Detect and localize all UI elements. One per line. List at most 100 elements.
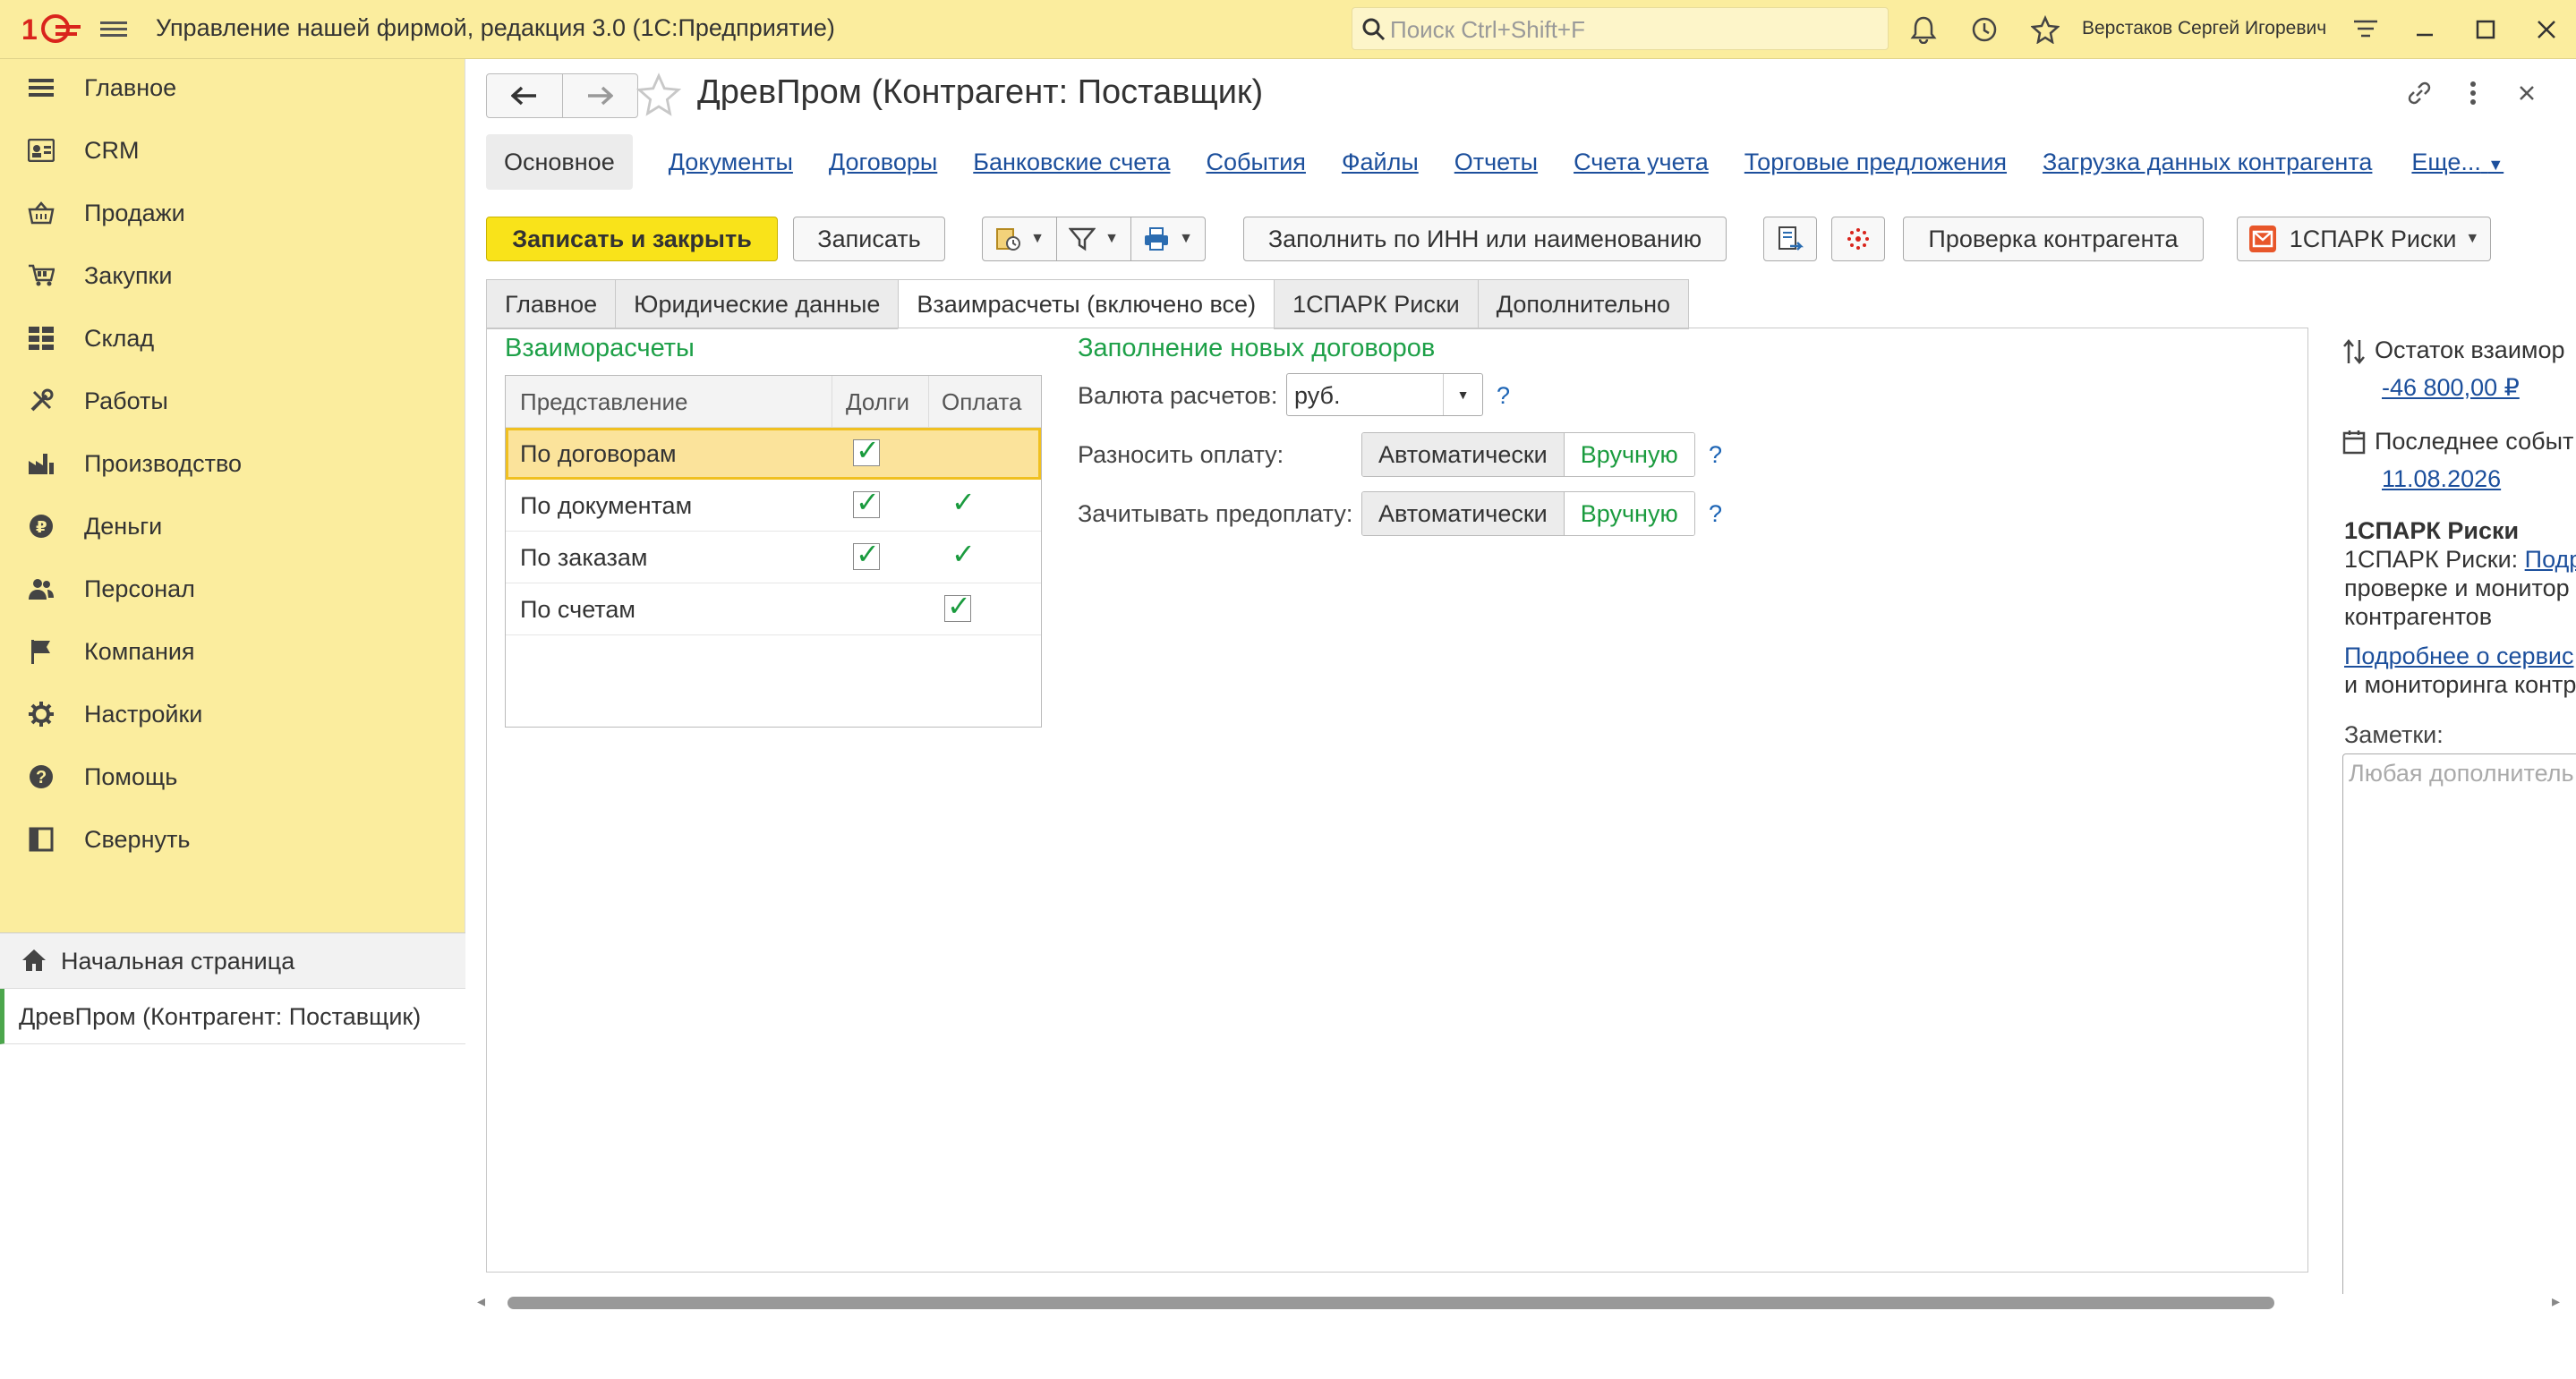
sidebar-item-crm[interactable]: CRM xyxy=(0,123,465,177)
nav-link-documents[interactable]: Документы xyxy=(669,149,793,176)
tab-legal[interactable]: Юридические данные xyxy=(615,279,899,329)
nav-link-offers[interactable]: Торговые предложения xyxy=(1744,149,2007,176)
debts-checkbox[interactable]: ✓ xyxy=(853,488,880,518)
tab-main[interactable]: Главное xyxy=(486,279,616,329)
connections-button[interactable] xyxy=(1831,217,1885,261)
nav-link-reports[interactable]: Отчеты xyxy=(1454,149,1538,176)
notes-textarea[interactable]: Любая дополнитель xyxy=(2342,753,2576,1294)
debts-checkbox[interactable]: ✓ xyxy=(853,540,880,570)
structure-button[interactable] xyxy=(1763,217,1817,261)
forward-button[interactable] xyxy=(563,74,638,117)
sidebar-item-label: Склад xyxy=(84,324,155,352)
spark-service-link[interactable]: Подробнее о сервис xyxy=(2344,643,2574,670)
more-vertical-icon[interactable] xyxy=(2455,75,2491,111)
horizontal-scrollbar[interactable]: ◂ ▸ xyxy=(466,1289,2576,1315)
row-label: По счетам xyxy=(520,596,635,623)
offset-auto-option[interactable]: Автоматически xyxy=(1362,492,1565,535)
table-row[interactable]: По договорам ✓ xyxy=(506,428,1041,480)
create-based-on-button[interactable]: ▼ xyxy=(982,217,1057,261)
svg-text:1: 1 xyxy=(21,13,38,45)
balance-value-link[interactable]: -46 800,00 ₽ xyxy=(2382,374,2520,402)
collapse-panel-icon xyxy=(27,826,55,853)
checkmark-icon: ✓ xyxy=(856,434,880,466)
sidebar-item-main[interactable]: Главное xyxy=(0,61,465,115)
filter-button[interactable]: ▼ xyxy=(1056,217,1131,261)
settings-list-icon[interactable] xyxy=(2349,13,2383,47)
check-counterparty-button[interactable]: Проверка контрагента xyxy=(1903,217,2204,261)
tab-additional[interactable]: Дополнительно xyxy=(1477,279,1690,329)
document-title: ДревПром (Контрагент: Поставщик) xyxy=(697,73,1264,111)
open-window-item[interactable]: ДревПром (Контрагент: Поставщик) xyxy=(0,989,465,1044)
bell-icon[interactable] xyxy=(1906,13,1941,47)
table-row[interactable]: По заказам ✓ ✓ xyxy=(506,532,1041,583)
offset-help-icon[interactable]: ? xyxy=(1709,500,1722,528)
link-icon[interactable] xyxy=(2401,75,2437,111)
offset-manual-option[interactable]: Вручную xyxy=(1564,492,1694,535)
close-window-icon[interactable] xyxy=(2529,13,2563,47)
sidebar-item-label: Работы xyxy=(84,387,168,414)
nav-link-events[interactable]: События xyxy=(1206,149,1305,176)
sidebar-item-label: Производство xyxy=(84,449,243,477)
maximize-icon[interactable] xyxy=(2469,13,2503,47)
sidebar-item-personnel[interactable]: Персонал xyxy=(0,562,465,616)
sidebar-item-settings[interactable]: Настройки xyxy=(0,687,465,741)
column-header[interactable]: Долги xyxy=(846,388,909,416)
sidebar-item-money[interactable]: ₽ Деньги xyxy=(0,499,465,553)
minimize-icon[interactable] xyxy=(2408,13,2442,47)
fill-by-inn-button[interactable]: Заполнить по ИНН или наименованию xyxy=(1243,217,1727,261)
nav-link-accounts[interactable]: Счета учета xyxy=(1574,149,1709,176)
sidebar-item-warehouse[interactable]: Склад xyxy=(0,311,465,365)
favorites-star-icon[interactable] xyxy=(2028,13,2062,47)
payment-checkbox[interactable]: ✓ xyxy=(944,592,971,622)
table-row[interactable]: По счетам ✓ xyxy=(506,583,1041,635)
home-page-link[interactable]: Начальная страница xyxy=(0,933,465,989)
payment-checkmark-icon[interactable]: ✓ xyxy=(951,540,976,568)
last-event-link[interactable]: 11.08.2026 xyxy=(2382,465,2501,493)
debts-checkbox[interactable]: ✓ xyxy=(853,434,880,466)
save-button[interactable]: Записать xyxy=(793,217,945,261)
search-input[interactable] xyxy=(1390,15,1873,44)
nav-link-data-import[interactable]: Загрузка данных контрагента xyxy=(2043,149,2372,176)
nav-link-more[interactable]: Еще... ▼ xyxy=(2411,149,2503,176)
user-name[interactable]: Верстаков Сергей Игоревич xyxy=(2082,18,2326,39)
scroll-left-icon[interactable]: ◂ xyxy=(477,1292,485,1311)
search-box[interactable] xyxy=(1352,7,1889,50)
sidebar-item-purchases[interactable]: Закупки xyxy=(0,249,465,302)
sidebar-item-help[interactable]: ? Помощь xyxy=(0,750,465,804)
scroll-right-icon[interactable]: ▸ xyxy=(2552,1292,2560,1311)
column-header[interactable]: Представление xyxy=(520,388,687,416)
table-row[interactable]: По документам ✓ ✓ xyxy=(506,480,1041,532)
main-menu-icon[interactable] xyxy=(100,18,127,41)
settlements-title: Взаиморасчеты xyxy=(505,334,695,362)
sidebar-item-collapse[interactable]: Свернуть xyxy=(0,813,465,866)
distribute-help-icon[interactable]: ? xyxy=(1709,441,1722,469)
nav-link-files[interactable]: Файлы xyxy=(1342,149,1419,176)
payment-checkmark-icon[interactable]: ✓ xyxy=(951,488,976,516)
close-form-icon[interactable] xyxy=(2509,75,2545,111)
filter-icon xyxy=(1069,227,1096,251)
history-icon[interactable] xyxy=(1967,13,2001,47)
sidebar-item-label: Закупки xyxy=(84,261,173,289)
scrollbar-thumb[interactable] xyxy=(508,1297,2274,1309)
help-icon: ? xyxy=(27,763,55,790)
nav-link-bank-accounts[interactable]: Банковские счета xyxy=(973,149,1170,176)
spark-details-link[interactable]: Подр xyxy=(2525,546,2576,573)
back-button[interactable] xyxy=(487,74,563,117)
arrow-left-icon xyxy=(510,86,536,106)
notes-label: Заметки: xyxy=(2344,721,2444,748)
notes-placeholder: Любая дополнитель xyxy=(2349,760,2574,787)
sidebar-item-sales[interactable]: Продажи xyxy=(0,186,465,240)
save-and-close-button[interactable]: Записать и закрыть xyxy=(486,217,778,261)
nav-link-contracts[interactable]: Договоры xyxy=(829,149,937,176)
sidebar-item-company[interactable]: Компания xyxy=(0,625,465,678)
document-link-icon xyxy=(1778,226,1804,251)
sidebar-item-works[interactable]: Работы xyxy=(0,374,465,428)
nav-link-main[interactable]: Основное xyxy=(486,134,633,190)
tab-settlements[interactable]: Взаимрасчеты (включено все) xyxy=(898,279,1275,329)
tab-spark[interactable]: 1СПАРК Риски xyxy=(1274,279,1478,329)
favorite-star-icon[interactable] xyxy=(636,72,681,116)
column-header[interactable]: Оплата xyxy=(942,388,1021,416)
spark-risks-button[interactable]: 1СПАРК Риски ▼ xyxy=(2237,217,2491,261)
print-button[interactable]: ▼ xyxy=(1130,217,1206,261)
sidebar-item-production[interactable]: Производство xyxy=(0,437,465,490)
